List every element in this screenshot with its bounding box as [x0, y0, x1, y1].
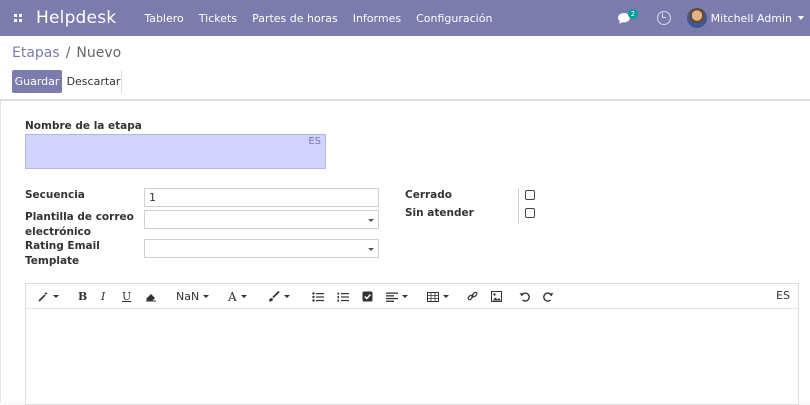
numbered-list-button[interactable]	[337, 290, 349, 303]
bullet-list-icon	[312, 291, 324, 302]
rating-template-label-line2: Template	[25, 255, 80, 267]
sequence-label: Secuencia	[25, 189, 85, 201]
rating-template-label-line1: Rating Email	[25, 240, 100, 252]
table-icon	[427, 291, 439, 302]
table-dropdown[interactable]	[427, 290, 449, 303]
font-size-dropdown[interactable]: NaN	[176, 290, 210, 303]
email-template-label: Plantilla de correo electrónico	[25, 210, 134, 240]
editor-lang-button[interactable]: ES	[776, 289, 790, 302]
editor-toolbar: B I U NaN A ES	[26, 284, 798, 309]
top-navbar: Helpdesk Tablero Tickets Partes de horas…	[0, 0, 810, 36]
menu-item-tickets[interactable]: Tickets	[199, 12, 237, 25]
breadcrumb-separator: /	[65, 45, 71, 61]
activity-clock-icon[interactable]	[656, 11, 671, 25]
control-panel: Etapas / Nuevo Guardar Descartar	[0, 36, 810, 100]
email-template-label-line2: electrónico	[25, 226, 91, 238]
closed-checkbox[interactable]	[525, 190, 535, 200]
redo-button[interactable]	[543, 290, 554, 303]
chat-icon[interactable]: 2	[617, 8, 643, 28]
stage-name-label: Nombre de la etapa	[25, 120, 142, 132]
user-menu-caret-icon[interactable]	[798, 16, 804, 20]
font-color-dropdown[interactable]: A	[228, 289, 247, 304]
menu-item-tablero[interactable]: Tablero	[144, 12, 183, 25]
eraser-button[interactable]	[145, 290, 157, 303]
unattended-label: Sin atender	[405, 207, 474, 219]
menu-item-partes-de-horas[interactable]: Partes de horas	[252, 12, 338, 25]
image-button[interactable]	[491, 290, 502, 303]
checklist-icon	[362, 291, 373, 302]
breadcrumb-current: Nuevo	[76, 45, 122, 61]
stage-name-input[interactable]: ES	[25, 134, 326, 169]
unattended-checkbox[interactable]	[525, 208, 535, 218]
image-icon	[491, 291, 502, 302]
chevron-down-icon	[368, 248, 374, 251]
paragraph-align-dropdown[interactable]	[386, 290, 408, 303]
redo-icon	[543, 292, 554, 302]
align-left-icon	[386, 292, 398, 302]
numbered-list-icon	[337, 292, 349, 302]
checklist-button[interactable]	[362, 290, 373, 303]
email-template-select[interactable]	[144, 210, 379, 229]
app-brand[interactable]: Helpdesk	[36, 8, 116, 28]
editor-content-area[interactable]	[26, 310, 798, 404]
bold-button[interactable]: B	[78, 290, 87, 303]
chat-badge: 2	[627, 9, 639, 19]
closed-label: Cerrado	[405, 189, 452, 201]
link-button[interactable]	[467, 290, 478, 303]
breadcrumb-parent[interactable]: Etapas	[12, 45, 60, 61]
stage-name-lang-button[interactable]: ES	[308, 136, 321, 147]
font-color-icon: A	[228, 289, 237, 304]
sequence-value: 1	[149, 191, 156, 204]
paint-brush-icon	[269, 291, 280, 302]
font-size-value: NaN	[176, 290, 200, 303]
user-name[interactable]: Mitchell Admin	[711, 12, 792, 25]
background-color-dropdown[interactable]	[268, 290, 290, 303]
link-icon	[467, 291, 478, 301]
style-dropdown[interactable]	[38, 290, 59, 303]
apps-menu-icon[interactable]	[6, 0, 30, 36]
description-editor: B I U NaN A ES	[25, 283, 799, 405]
eraser-icon	[146, 293, 156, 301]
rating-template-select[interactable]	[144, 239, 379, 258]
field-divider	[518, 188, 519, 224]
discard-button[interactable]: Descartar	[66, 70, 122, 93]
menu-item-informes[interactable]: Informes	[353, 12, 401, 25]
chevron-down-icon	[368, 219, 374, 222]
magic-wand-icon	[38, 291, 48, 302]
save-button[interactable]: Guardar	[12, 70, 62, 93]
underline-button[interactable]: U	[122, 290, 131, 303]
form-sheet: Nombre de la etapa ES Secuencia 1 Planti…	[0, 100, 810, 405]
breadcrumb: Etapas / Nuevo	[12, 45, 121, 61]
user-avatar[interactable]	[686, 8, 707, 28]
undo-button[interactable]	[519, 290, 530, 303]
sequence-input[interactable]: 1	[144, 188, 379, 207]
bullet-list-button[interactable]	[312, 290, 324, 303]
italic-button[interactable]: I	[101, 290, 105, 303]
menu-item-configuracion[interactable]: Configuración	[416, 12, 492, 25]
email-template-label-line1: Plantilla de correo	[25, 211, 134, 223]
undo-icon	[519, 292, 530, 302]
rating-template-label: Rating Email Template	[25, 239, 100, 269]
